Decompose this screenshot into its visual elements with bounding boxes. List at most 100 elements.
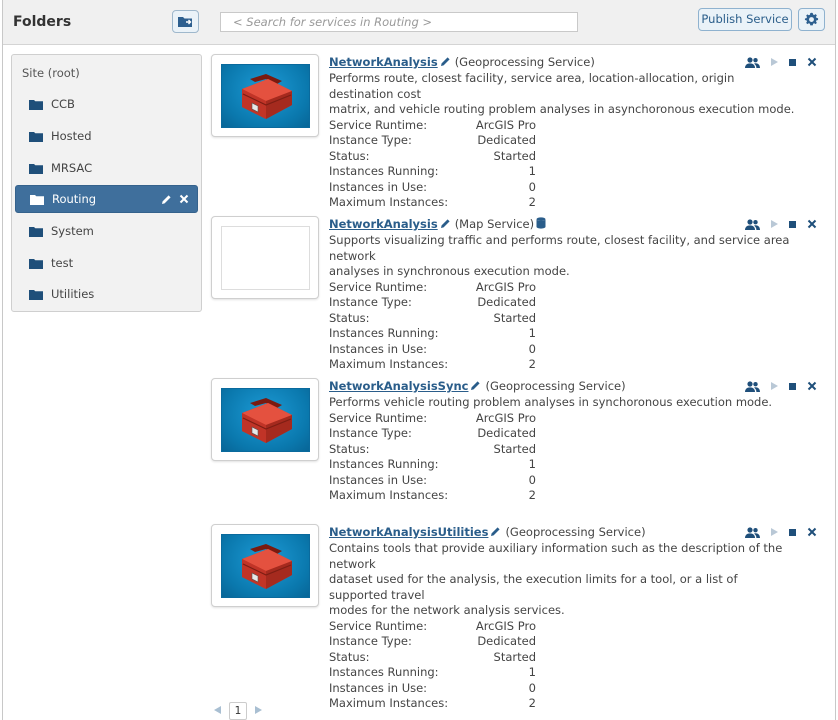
thumbnail-image: [221, 64, 310, 128]
service-name-link[interactable]: NetworkAnalysisUtilities: [329, 525, 488, 539]
service-property: Instances in Use: 0: [329, 180, 799, 196]
search-input[interactable]: < Search for services in Routing >: [220, 12, 578, 32]
service-property: Instance Type: Dedicated: [329, 634, 799, 650]
service-name-link[interactable]: NetworkAnalysisSync: [329, 379, 468, 393]
start-play-icon[interactable]: [770, 219, 779, 229]
edit-pencil-icon[interactable]: [490, 526, 501, 537]
permissions-users-icon[interactable]: [745, 526, 760, 538]
sidebar-folder-mrsac[interactable]: MRSAC: [15, 154, 198, 182]
service-details: NetworkAnalysisSync (Geoprocessing Servic…: [329, 378, 799, 504]
database-icon: [536, 217, 546, 229]
service-name-link[interactable]: NetworkAnalysis: [329, 55, 438, 69]
folder-icon: [29, 163, 43, 174]
thumbnail-image: [221, 388, 310, 452]
move-folder-button[interactable]: [172, 10, 199, 33]
edit-pencil-icon[interactable]: [440, 56, 451, 67]
sidebar-folder-system[interactable]: System: [15, 217, 198, 245]
folder-label: Hosted: [51, 129, 92, 143]
start-play-icon[interactable]: [770, 527, 779, 537]
delete-x-icon[interactable]: [807, 527, 817, 537]
edit-pencil-icon[interactable]: [161, 194, 172, 205]
prev-page-icon[interactable]: [213, 704, 222, 718]
folder-label: test: [51, 256, 74, 270]
start-play-icon[interactable]: [770, 57, 779, 67]
service-property: Service Runtime: ArcGIS Pro: [329, 280, 799, 296]
service-property: Status: Started: [329, 149, 799, 165]
property-value: Dedicated: [477, 295, 536, 310]
property-label: Instance Type:: [329, 295, 412, 310]
permissions-users-icon[interactable]: [745, 56, 760, 68]
description-line: Performs route, closest facility, servic…: [329, 71, 735, 101]
page-number[interactable]: 1: [229, 702, 247, 720]
folder-icon: [29, 226, 43, 237]
service-property: Instance Type: Dedicated: [329, 133, 799, 149]
start-play-icon[interactable]: [770, 381, 779, 391]
service-property: Instances Running: 1: [329, 665, 799, 681]
header-bar: Folders < Search for services in Routing…: [3, 0, 835, 45]
property-value: 2: [528, 696, 536, 711]
service-property: Service Runtime: ArcGIS Pro: [329, 411, 799, 427]
property-value: Started: [493, 441, 536, 456]
property-label: Status:: [329, 441, 370, 456]
property-value: ArcGIS Pro: [475, 410, 536, 425]
delete-x-icon[interactable]: [807, 219, 817, 229]
service-property: Status: Started: [329, 311, 799, 327]
property-label: Instances Running:: [329, 665, 439, 680]
service-thumbnail[interactable]: [211, 378, 319, 461]
property-label: Instances in Use:: [329, 680, 428, 695]
property-label: Service Runtime:: [329, 410, 428, 425]
service-details: NetworkAnalysisUtilities (Geoprocessing S…: [329, 524, 799, 712]
permissions-users-icon[interactable]: [745, 380, 760, 392]
delete-x-icon[interactable]: [179, 194, 189, 204]
stop-icon[interactable]: [788, 220, 797, 229]
sidebar-folder-test[interactable]: test: [15, 249, 198, 277]
sidebar-folder-utilities[interactable]: Utilities: [15, 280, 198, 308]
service-property: Maximum Instances: 2: [329, 488, 799, 504]
property-label: Instance Type:: [329, 634, 412, 649]
stop-icon[interactable]: [788, 528, 797, 537]
app-frame: Folders < Search for services in Routing…: [2, 0, 836, 720]
property-value: 0: [528, 341, 536, 356]
service-thumbnail[interactable]: [211, 54, 319, 137]
stop-icon[interactable]: [788, 58, 797, 67]
service-type: (Map Service): [454, 217, 535, 231]
sidebar-folder-hosted[interactable]: Hosted: [15, 122, 198, 150]
site-root-link[interactable]: Site (root): [22, 66, 80, 80]
property-value: 1: [528, 164, 536, 179]
delete-x-icon[interactable]: [807, 381, 817, 391]
pagination: 1: [213, 702, 263, 720]
toolbox-icon: [242, 544, 292, 589]
property-label: Instance Type:: [329, 133, 412, 148]
folder-label: MRSAC: [51, 161, 93, 175]
service-property: Instance Type: Dedicated: [329, 426, 799, 442]
service-title-line: NetworkAnalysisSync (Geoprocessing Servic…: [329, 378, 799, 394]
sidebar-folder-ccb[interactable]: CCB: [15, 90, 198, 118]
service-actions: [745, 55, 817, 69]
delete-x-icon[interactable]: [807, 57, 817, 67]
property-value: Dedicated: [477, 426, 536, 441]
folder-label: Routing: [52, 192, 97, 206]
property-value: Started: [493, 649, 536, 664]
service-property: Instances Running: 1: [329, 164, 799, 180]
stop-icon[interactable]: [788, 382, 797, 391]
service-details: NetworkAnalysis (Map Service) Supports vis…: [329, 216, 799, 373]
sidebar-folder-routing[interactable]: Routing: [15, 185, 198, 213]
settings-button[interactable]: [798, 8, 825, 31]
service-type: (Geoprocessing Service): [505, 525, 646, 539]
thumbnail-image: [221, 226, 310, 290]
service-thumbnail[interactable]: [211, 524, 319, 607]
permissions-users-icon[interactable]: [745, 218, 760, 230]
property-label: Instances in Use:: [329, 341, 428, 356]
property-value: 1: [528, 665, 536, 680]
property-value: 2: [528, 195, 536, 210]
edit-pencil-icon[interactable]: [470, 380, 481, 391]
publish-service-button[interactable]: Publish Service: [698, 8, 792, 31]
edit-pencil-icon[interactable]: [440, 218, 451, 229]
service-property: Maximum Instances: 2: [329, 357, 799, 373]
next-page-icon[interactable]: [254, 704, 263, 718]
service-property: Instances in Use: 0: [329, 473, 799, 489]
property-value: Dedicated: [477, 133, 536, 148]
service-name-link[interactable]: NetworkAnalysis: [329, 217, 438, 231]
property-value: 1: [528, 457, 536, 472]
service-thumbnail[interactable]: [211, 216, 319, 299]
